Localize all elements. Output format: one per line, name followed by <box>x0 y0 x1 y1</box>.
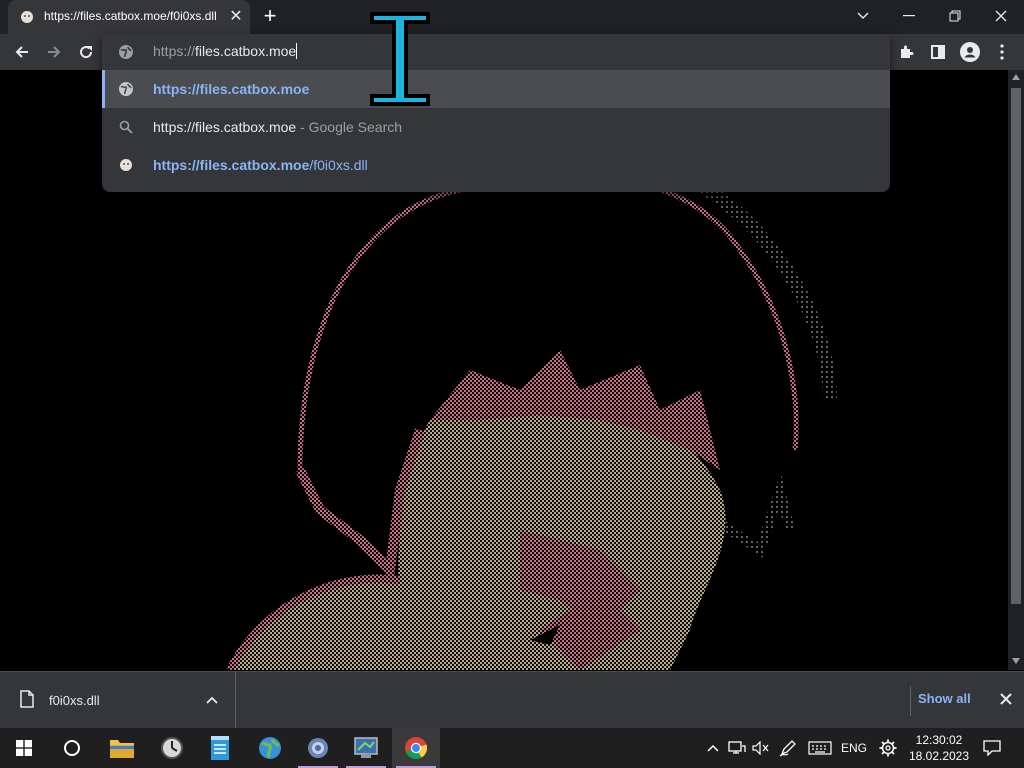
browser-tab[interactable]: https://files.catbox.moe/f0i0xs.dll ✕ <box>8 0 250 34</box>
file-icon <box>20 690 34 708</box>
suggestion-search-query: https://files.catbox.moe <box>153 119 297 135</box>
omnibox-dropdown: https://files.catbox.moe https://files.c… <box>102 34 890 192</box>
suggestion-search[interactable]: https://files.catbox.moe - Google Search <box>102 108 890 146</box>
suggestion-url-text: https://files.catbox.moe <box>153 81 310 97</box>
tab-close-icon[interactable]: ✕ <box>226 7 246 27</box>
scroll-up-icon[interactable] <box>1012 74 1020 80</box>
notepad-icon <box>211 736 229 760</box>
menu-icon[interactable] <box>988 38 1016 66</box>
taskbar-globe-app[interactable] <box>246 728 294 768</box>
system-clock[interactable]: 12:30:02 18.02.2023 <box>902 732 976 764</box>
taskbar-file-explorer[interactable] <box>98 728 146 768</box>
close-shelf-icon[interactable] <box>1000 693 1012 705</box>
network-icon[interactable] <box>726 728 748 768</box>
pen-icon[interactable] <box>776 728 800 768</box>
download-shelf: f0i0xs.dll Show all <box>0 671 1024 728</box>
taskbar-notepad[interactable] <box>196 728 244 768</box>
gear-app-icon <box>308 738 328 758</box>
chevron-up-icon[interactable] <box>206 696 218 704</box>
taskbar-clock-app[interactable] <box>148 728 196 768</box>
taskbar: ENG 12:30:02 18.02.2023 <box>0 728 1024 768</box>
keyboard-icon[interactable] <box>806 728 834 768</box>
minimize-button[interactable] <box>886 0 932 32</box>
clock-icon <box>161 737 183 759</box>
side-panel-icon[interactable] <box>924 38 952 66</box>
suggestion-history[interactable]: https://files.catbox.moe/f0i0xs.dll <box>102 146 890 184</box>
suggestion-search-suffix: - Google Search <box>296 119 403 135</box>
back-button[interactable] <box>8 38 36 66</box>
tab-strip: https://files.catbox.moe/f0i0xs.dll ✕ + <box>0 0 1024 34</box>
catbox-favicon-icon <box>118 157 134 173</box>
tab-title: https://files.catbox.moe/f0i0xs.dll <box>44 9 217 23</box>
taskbar-monitor-app[interactable] <box>342 728 390 768</box>
globe-app-icon <box>259 737 281 759</box>
profile-icon[interactable] <box>956 38 984 66</box>
taskbar-chrome[interactable] <box>392 728 440 768</box>
tray-chevron-up-icon[interactable] <box>704 728 722 768</box>
globe-icon <box>118 81 134 97</box>
suggestion-history-path: /f0i0xs.dll <box>309 157 368 173</box>
notification-icon[interactable] <box>980 728 1004 768</box>
chrome-icon <box>405 737 428 759</box>
suggestion-url[interactable]: https://files.catbox.moe <box>102 70 890 108</box>
show-all-button[interactable]: Show all <box>918 691 971 706</box>
gear-icon[interactable] <box>876 728 900 768</box>
catbox-favicon-icon <box>21 11 33 23</box>
scrollbar-thumb[interactable] <box>1011 88 1021 604</box>
address-input-scheme: https:// <box>153 43 196 59</box>
extensions-icon[interactable] <box>892 38 920 66</box>
volume-muted-icon[interactable] <box>750 728 772 768</box>
cortana-circle-icon <box>64 740 80 756</box>
close-window-button[interactable] <box>978 0 1024 32</box>
address-input-text: files.catbox.moe <box>195 43 297 59</box>
download-item[interactable]: f0i0xs.dll <box>0 672 236 728</box>
monitor-icon <box>354 737 378 758</box>
start-button[interactable] <box>0 728 48 768</box>
reload-button[interactable] <box>72 38 100 66</box>
globe-icon <box>118 44 134 65</box>
language-indicator[interactable]: ENG <box>838 728 870 768</box>
scroll-down-icon[interactable] <box>1012 658 1020 664</box>
restore-button[interactable] <box>932 0 978 32</box>
download-file-name: f0i0xs.dll <box>49 693 100 708</box>
suggestion-search-text: https://files.catbox.moe - Google Search <box>153 119 402 135</box>
page-scrollbar[interactable] <box>1008 70 1024 670</box>
address-bar[interactable]: https://files.catbox.moe <box>102 34 890 70</box>
forward-button[interactable] <box>40 38 68 66</box>
clock-time: 12:30:02 <box>915 733 963 747</box>
address-input[interactable]: https://files.catbox.moe <box>153 43 298 59</box>
suggestion-history-host: https://files.catbox.moe <box>153 157 310 173</box>
taskbar-settings-app[interactable] <box>294 728 342 768</box>
text-caret <box>296 43 298 59</box>
search-icon <box>118 119 134 135</box>
new-tab-button[interactable]: + <box>258 5 282 29</box>
search-button[interactable] <box>48 728 96 768</box>
text-cursor-icon <box>370 12 430 106</box>
clock-date: 18.02.2023 <box>908 749 970 763</box>
shelf-divider <box>910 686 911 716</box>
suggestion-history-text: https://files.catbox.moe/f0i0xs.dll <box>153 157 368 173</box>
folder-icon <box>110 740 134 758</box>
windows-icon <box>16 740 32 756</box>
tab-search-icon[interactable] <box>840 0 886 32</box>
